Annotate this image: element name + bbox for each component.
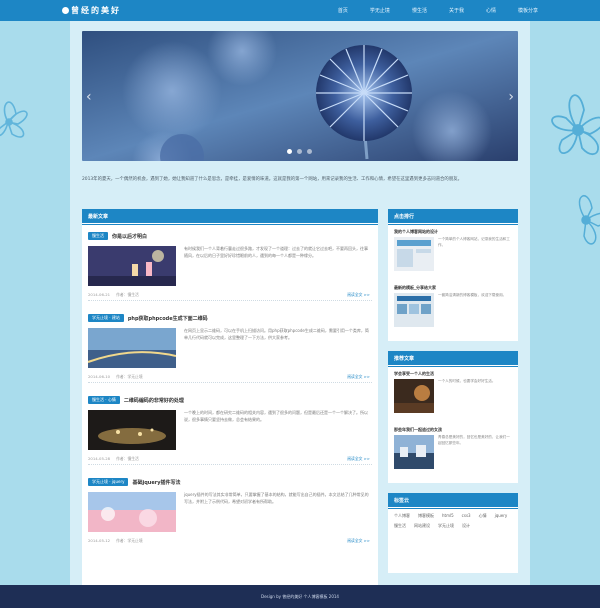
tag-link[interactable]: 慢生活 [394,523,406,529]
article-meta: 2014-06-10 作者：学无止境 [88,374,143,380]
site-intro-text: 2013年的夏天，一个偶然的机会，遇到了她，她让我知道了什么是思念，是牵挂，是爱… [82,177,462,182]
article-title[interactable]: 你是以后才明白 [112,233,147,240]
article-title[interactable]: 基础jquery插件写法 [132,479,180,486]
article-title[interactable]: 二维码编码的非常好的处理 [124,397,184,404]
recommended-article-item[interactable]: 学会享受一个人的生活 一个人的时候，也要学会好好生活。 [394,371,512,413]
article-item: 慢生活 · 心情 二维码编码的非常好的处理 一个晚上的时间，都在研究二维码的相关… [88,395,372,465]
recommended-article-thumbnail[interactable] [394,379,434,413]
tag-link[interactable]: 心情 [479,513,487,519]
read-more-link[interactable]: 阅读全文 >> [347,374,370,380]
main-navigation: 首页 学无止境 慢生活 关于我 心情 模板分享 [338,0,538,21]
hot-article-thumbnail[interactable] [394,237,434,271]
tag-cloud-title: 标签云 [388,493,518,509]
recommended-articles-box: 推荐文章 学会享受一个人的生活 一个人的时候，也要学会好好生活。 那些年我们一起… [388,351,518,483]
tag-link[interactable]: 学无止境 [438,523,454,529]
article-author: 作者：慢生活 [116,292,139,297]
nav-item-home[interactable]: 首页 [338,7,348,14]
decorative-flower-right [551,94,600,155]
article-category-badge[interactable]: 慢生活 [88,232,108,240]
article-author: 作者：学无止境 [116,538,143,543]
banner-dot-3[interactable] [307,149,312,154]
tag-link[interactable]: html5 [442,513,454,519]
divider [88,382,372,383]
site-logo[interactable]: 曾经的美好 [62,4,121,17]
read-more-link[interactable]: 阅读全文 >> [347,292,370,298]
article-date: 2014-06-10 [88,374,111,379]
article-date: 2014-06-21 [88,292,111,297]
article-excerpt: 有时候我们一个人背着行囊走过很多路，才发现了一个道理：过去了的就让它过去吧，不要… [184,246,368,258]
banner-dot-2[interactable] [297,149,302,154]
article-item: 学无止境 · 建站 php获取phpcode生成下面二维码 在网页上显示二维码，… [88,313,372,383]
recommended-article-title[interactable]: 学会享受一个人的生活 [394,371,512,377]
tag-link[interactable]: 设计 [462,523,470,529]
latest-articles-box: 最新文章 慢生活 你是以后才明白 有时候我们一个人背着行囊走过很多路，才发现了一… [82,209,378,585]
article-item: 慢生活 你是以后才明白 有时候我们一个人背着行囊走过很多路，才发现了一个道理：过… [88,231,372,301]
banner-image [82,31,518,161]
site-footer: Design by 曾经的美好 个人博客模板 2014 [0,585,600,608]
hot-article-thumbnail[interactable] [394,293,434,327]
latest-articles-title: 最新文章 [82,209,378,225]
nav-item-study[interactable]: 学无止境 [370,7,390,14]
banner-next-button[interactable]: › [508,89,514,105]
article-item: 学无止境 · jquery 基础jquery插件写法 jquery插件的写法其实… [88,477,372,543]
tag-link[interactable]: jquery [495,513,508,519]
hot-articles-box: 点击排行 我的个人博客网站的设计 一个简单的个人博客网站，记录我的生活和工作。 … [388,209,518,341]
read-more-link[interactable]: 阅读全文 >> [347,456,370,462]
tag-cloud-box: 标签云 个人博客 博客模板 html5 css3 心情 jquery 慢生活 网… [388,493,518,573]
content-panel: ‹ › 2013年的夏天，一个偶然的机会，遇到了她，她让我知道了什么是思念，是牵… [70,21,530,585]
hot-article-text: 一个简单的个人博客网站，记录我的生活和工作。 [438,237,510,247]
article-meta: 2014-06-21 作者：慢生活 [88,292,139,298]
hot-article-title[interactable]: 我的个人博客网站的设计 [394,229,512,235]
tag-cloud: 个人博客 博客模板 html5 css3 心情 jquery 慢生活 网站建设 … [388,507,518,535]
hot-article-title[interactable]: 最新的模板_分享给大家 [394,285,512,291]
recommended-article-thumbnail[interactable] [394,435,434,469]
nav-item-about[interactable]: 关于我 [449,7,464,14]
article-meta: 2014-05-12 作者：学无止境 [88,538,143,544]
article-thumbnail[interactable] [88,328,176,368]
hot-articles-title: 点击排行 [388,209,518,225]
divider [88,464,372,465]
hot-article-text: 一套简洁清新的博客模板，欢迎下载使用。 [438,293,507,297]
tag-link[interactable]: 网站建设 [414,523,430,529]
article-author: 作者：慢生活 [116,456,139,461]
article-category-badge[interactable]: 慢生活 · 心情 [88,396,120,404]
recommended-article-text: 一个人的时候，也要学会好好生活。 [438,379,496,383]
article-author: 作者：学无止境 [116,374,143,379]
decorative-flower-left [0,101,28,138]
top-header-bar: 曾经的美好 首页 学无止境 慢生活 关于我 心情 模板分享 [0,0,600,21]
banner-dot-1[interactable] [287,149,292,154]
tag-link[interactable]: css3 [462,513,471,519]
nav-item-mood[interactable]: 心情 [486,7,496,14]
hot-article-item[interactable]: 最新的模板_分享给大家 一套简洁清新的博客模板，欢迎下载使用。 [394,285,512,327]
tag-link[interactable]: 博客模板 [418,513,434,519]
recommended-article-item[interactable]: 那些年我们一起追过的女孩 青春总是美好的，回忆也是美好的，让我们一起回忆那些年。 [394,427,512,469]
divider [88,300,372,301]
decorative-flower-right-lower [578,195,600,245]
article-thumbnail[interactable] [88,246,176,286]
article-excerpt: 在网页上显示二维码，可以在手机上扫描访问。用php获取phpcode生成二维码，… [184,328,369,340]
tag-link[interactable]: 个人博客 [394,513,410,519]
banner-prev-button[interactable]: ‹ [86,89,92,105]
banner-slider[interactable]: ‹ › [82,31,518,161]
article-title[interactable]: php获取phpcode生成下面二维码 [128,315,208,322]
article-date: 2014-05-12 [88,538,111,543]
logo-mark-icon [62,7,69,14]
article-excerpt: jquery插件的写法其实非常简单，只要掌握了基本的结构，就能写出自己的插件。本… [184,492,369,504]
article-excerpt: 一个晚上的时间，都在研究二维码的相关内容，遇到了很多的问题，但是最后还是一个一个… [184,410,368,422]
article-thumbnail[interactable] [88,410,176,450]
article-date: 2014-05-28 [88,456,111,461]
logo-text: 曾经的美好 [71,6,121,15]
article-thumbnail[interactable] [88,492,176,532]
article-category-badge[interactable]: 学无止境 · jquery [88,478,129,486]
recommended-article-text: 青春总是美好的，回忆也是美好的，让我们一起回忆那些年。 [438,435,510,445]
recommended-article-title[interactable]: 那些年我们一起追过的女孩 [394,427,512,433]
nav-item-life[interactable]: 慢生活 [412,7,427,14]
article-meta: 2014-05-28 作者：慢生活 [88,456,139,462]
article-category-badge[interactable]: 学无止境 · 建站 [88,314,124,322]
recommended-articles-title: 推荐文章 [388,351,518,367]
read-more-link[interactable]: 阅读全文 >> [347,538,370,544]
banner-pagination [287,149,312,154]
hot-article-item[interactable]: 我的个人博客网站的设计 一个简单的个人博客网站，记录我的生活和工作。 [394,229,512,271]
nav-item-templates[interactable]: 模板分享 [518,7,538,14]
